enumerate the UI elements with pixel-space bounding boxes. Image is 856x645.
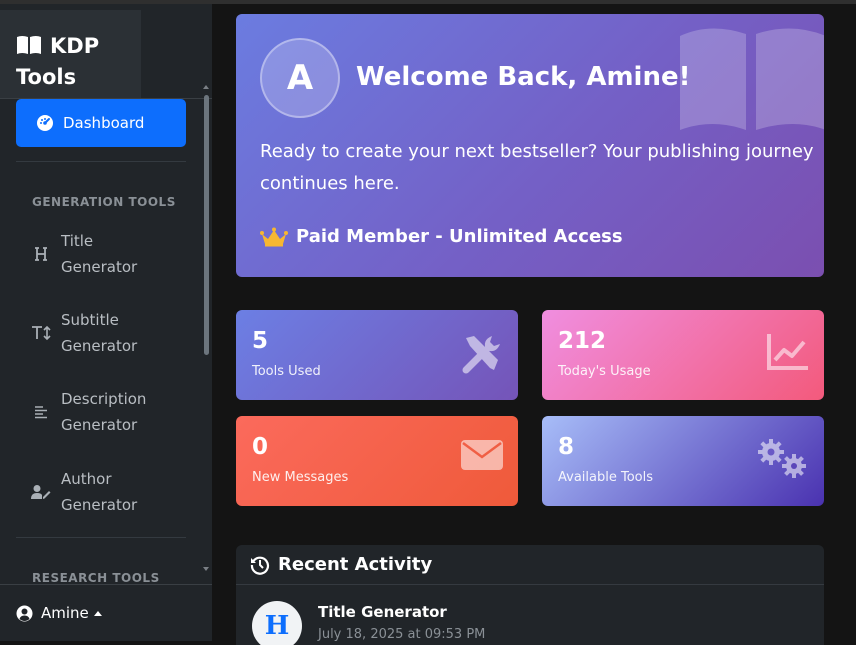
sidebar-item-label-2: Generator [61,496,138,514]
recent-activity-card: Recent Activity H Title Generator July 1… [236,545,824,645]
sidebar-item-dashboard[interactable]: Dashboard [16,99,186,147]
welcome-card: A Welcome Back, Amine! Ready to create y… [236,14,824,277]
brand-line2: Tools [16,65,77,89]
user-circle-icon [16,605,33,622]
sidebar-item-label-2: Generator [61,416,138,434]
stat-card-new-messages[interactable]: 0 New Messages [236,416,518,506]
user-name: Amine [41,604,89,622]
list-item[interactable]: H Title Generator July 18, 2025 at 09:53… [252,601,485,645]
sidebar-item-author-generator[interactable]: Author Generator [30,466,190,518]
heading-icon [30,246,52,262]
stat-value: 212 [558,328,607,354]
brand-line1: KDP [50,34,100,58]
tools-icon [460,332,504,380]
sidebar-item-subtitle-generator[interactable]: Subtitle Generator [30,307,190,359]
welcome-text: Ready to create your next bestseller? Yo… [260,141,814,194]
sidebar-nav: Dashboard GENERATION TOOLS Title Generato… [0,99,212,584]
sidebar-item-label-2: Generator [61,258,138,276]
brand[interactable]: KDP Tools [0,10,141,98]
user-menu[interactable]: Amine [0,584,212,641]
scroll-up-arrow-icon[interactable] [203,85,209,89]
sidebar-item-label: Subtitle [61,311,119,329]
sidebar-scroll-thumb[interactable] [204,95,209,355]
stat-card-available-tools[interactable]: 8 Available Tools [542,416,824,506]
stat-value: 0 [252,434,269,460]
activity-timestamp: July 18, 2025 at 09:53 PM [318,627,486,642]
stat-value: 5 [252,328,269,354]
book-open-icon [16,34,42,63]
gauge-icon [36,114,54,132]
section-research-tools: RESEARCH TOOLS [32,571,160,584]
activity-title: Title Generator [318,603,447,621]
stat-label: Today's Usage [558,364,651,379]
sidebar-item-label: Description [61,390,147,408]
membership-text: Paid Member - Unlimited Access [296,226,623,247]
chart-line-icon [766,332,810,376]
section-generation-tools: GENERATION TOOLS [32,195,176,209]
avatar: A [260,38,340,118]
stat-label: Available Tools [558,470,653,485]
caret-up-icon [93,610,102,616]
user-pen-icon [30,484,52,500]
history-icon [250,555,270,575]
nav-divider [16,161,186,162]
sidebar: KDP Tools Dashboard GENERATION TOOLS Tit… [0,4,212,641]
text-height-icon [30,325,52,341]
sidebar-item-label-2: Generator [61,337,138,355]
heading-icon: H [252,601,302,645]
sidebar-item-label: Title [61,232,94,250]
scroll-down-arrow-icon[interactable] [203,567,209,571]
envelope-icon [460,438,504,476]
sidebar-item-title-generator[interactable]: Title Generator [30,228,190,280]
membership-badge: Paid Member - Unlimited Access [260,226,623,247]
stat-label: New Messages [252,470,349,485]
recent-activity-title: Recent Activity [278,554,433,575]
sidebar-item-label: Dashboard [63,114,145,132]
stat-card-tools-used[interactable]: 5 Tools Used [236,310,518,400]
stat-card-todays-usage[interactable]: 212 Today's Usage [542,310,824,400]
sidebar-item-label: Author [61,470,112,488]
recent-activity-header: Recent Activity [236,545,824,585]
welcome-title: Welcome Back, Amine! [356,62,691,92]
nav-divider [16,537,186,538]
align-left-icon [30,405,52,419]
stat-value: 8 [558,434,575,460]
stat-label: Tools Used [252,364,321,379]
cogs-icon [756,438,810,484]
crown-icon [260,227,288,247]
sidebar-item-description-generator[interactable]: Description Generator [30,386,190,438]
book-open-icon [678,22,824,138]
